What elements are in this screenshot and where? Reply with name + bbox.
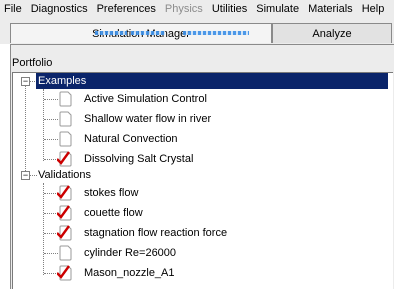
- tab-strip: Simulation Manager Analyze: [0, 18, 394, 44]
- tree-item[interactable]: Dissolving Salt Crystal: [84, 149, 193, 169]
- tree-group-validations[interactable]: Validations: [36, 167, 91, 183]
- tab-analyze[interactable]: Analyze: [272, 23, 392, 43]
- tab-simulation-manager[interactable]: Simulation Manager: [10, 23, 272, 43]
- tree-connector: [44, 119, 58, 120]
- tree-item[interactable]: stagnation flow reaction force: [84, 223, 227, 243]
- render-artifact: [95, 31, 127, 35]
- tree-expander-icon[interactable]: −: [21, 77, 30, 86]
- tree-item[interactable]: Natural Convection: [84, 129, 178, 149]
- tree-connector: [44, 139, 58, 140]
- tree-connector: [44, 193, 58, 194]
- tree-connector: [44, 273, 58, 274]
- tree-connector: [44, 99, 58, 100]
- menu-materials[interactable]: Materials: [304, 0, 358, 18]
- tree-item[interactable]: cylinder Re=26000: [84, 243, 176, 263]
- tree-item[interactable]: couette flow: [84, 203, 143, 223]
- simulation-complete-icon: [56, 205, 72, 221]
- simulation-complete-icon: [56, 225, 72, 241]
- tree-connector: [43, 183, 44, 275]
- render-artifact: [183, 31, 249, 35]
- simulation-complete-icon: [56, 265, 72, 281]
- simulation-icon: [57, 111, 72, 127]
- tree-connector: [44, 253, 58, 254]
- tree-group-label: Examples: [38, 75, 87, 87]
- tree-connector: [44, 213, 58, 214]
- menu-utilities[interactable]: Utilities: [208, 0, 252, 18]
- menu-preferences[interactable]: Preferences: [93, 0, 161, 18]
- menu-simulate[interactable]: Simulate: [252, 0, 304, 18]
- simulation-complete-icon: [56, 185, 72, 201]
- tab-analyze-label: Analyze: [312, 28, 352, 40]
- portfolio-label: Portfolio: [12, 57, 53, 69]
- tree-expander-icon[interactable]: −: [21, 171, 30, 180]
- tree-item[interactable]: Shallow water flow in river: [84, 109, 211, 129]
- menu-bar: File Diagnostics Preferences Physics Uti…: [0, 0, 394, 18]
- simulation-icon: [57, 91, 72, 107]
- simulation-icon: [57, 245, 72, 261]
- simulation-icon: [57, 131, 72, 147]
- simulation-complete-icon: [56, 151, 72, 167]
- render-artifact: [131, 31, 165, 35]
- tree-group-label: Validations: [38, 169, 91, 181]
- tree-item[interactable]: Active Simulation Control: [84, 89, 207, 109]
- menu-physics[interactable]: Physics: [161, 0, 208, 18]
- tree-connector: [25, 83, 26, 173]
- tree-connector: [44, 159, 58, 160]
- menu-help[interactable]: Help: [358, 0, 390, 18]
- portfolio-tree[interactable]: − Examples Active Simulation Control Shallo…: [12, 72, 393, 289]
- menu-diagnostics[interactable]: Diagnostics: [27, 0, 93, 18]
- menu-file[interactable]: File: [0, 0, 27, 18]
- tree-item[interactable]: stokes flow: [84, 183, 138, 203]
- tree-group-examples[interactable]: Examples: [36, 73, 388, 89]
- tree-connector: [44, 233, 58, 234]
- tree-item[interactable]: Mason_nozzle_A1: [84, 263, 175, 283]
